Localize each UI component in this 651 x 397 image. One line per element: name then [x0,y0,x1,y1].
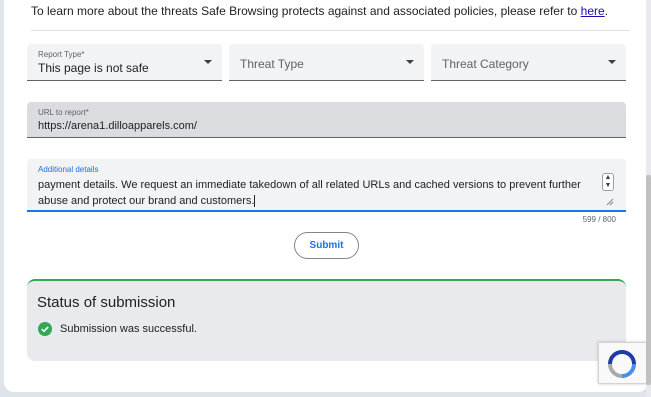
threat-type-select[interactable]: Threat Type [229,44,424,81]
threat-category-select[interactable]: Threat Category [431,44,626,81]
submit-button[interactable]: Submit [294,232,359,259]
additional-details-field[interactable]: Additional details payment details. We r… [27,159,626,212]
spinner-arrows-icon[interactable]: ▲ ▼ [602,173,614,191]
url-field[interactable]: URL to report* https://arena1.dilloappar… [27,102,626,138]
additional-details-text[interactable]: payment details. We request an immediate… [38,177,598,209]
scrollbar-thumb[interactable] [646,175,651,385]
intro-text: To learn more about the threats Safe Bro… [31,4,608,18]
report-type-label: Report Type* [38,50,85,59]
text-cursor [254,195,256,208]
recaptcha-badge[interactable] [598,342,651,384]
status-panel: Status of submission Submission was succ… [27,279,626,361]
divider [31,30,630,31]
check-circle-icon [38,322,52,336]
chevron-down-icon [204,60,212,64]
additional-details-label: Additional details [38,165,99,174]
threat-type-placeholder: Threat Type [240,57,304,71]
url-value: https://arena1.dilloapparels.com/ [38,120,197,132]
intro-suffix: . [604,4,609,18]
chevron-down-icon [406,60,414,64]
threat-category-placeholder: Threat Category [442,57,529,71]
status-title: Status of submission [37,294,176,311]
resize-grip-icon[interactable] [606,198,614,206]
report-type-value: This page is not safe [38,61,149,75]
status-row: Submission was successful. [38,322,197,336]
report-type-select[interactable]: Report Type* This page is not safe [27,44,222,81]
recaptcha-icon [608,350,636,378]
additional-details-value: payment details. We request an immediate… [38,179,581,207]
url-label: URL to report* [38,108,89,117]
chevron-down-icon [608,60,616,64]
character-counter: 599 / 800 [582,215,616,224]
here-link[interactable]: here [581,4,605,18]
status-message: Submission was successful. [60,323,197,335]
intro-text-body: To learn more about the threats Safe Bro… [31,4,581,18]
